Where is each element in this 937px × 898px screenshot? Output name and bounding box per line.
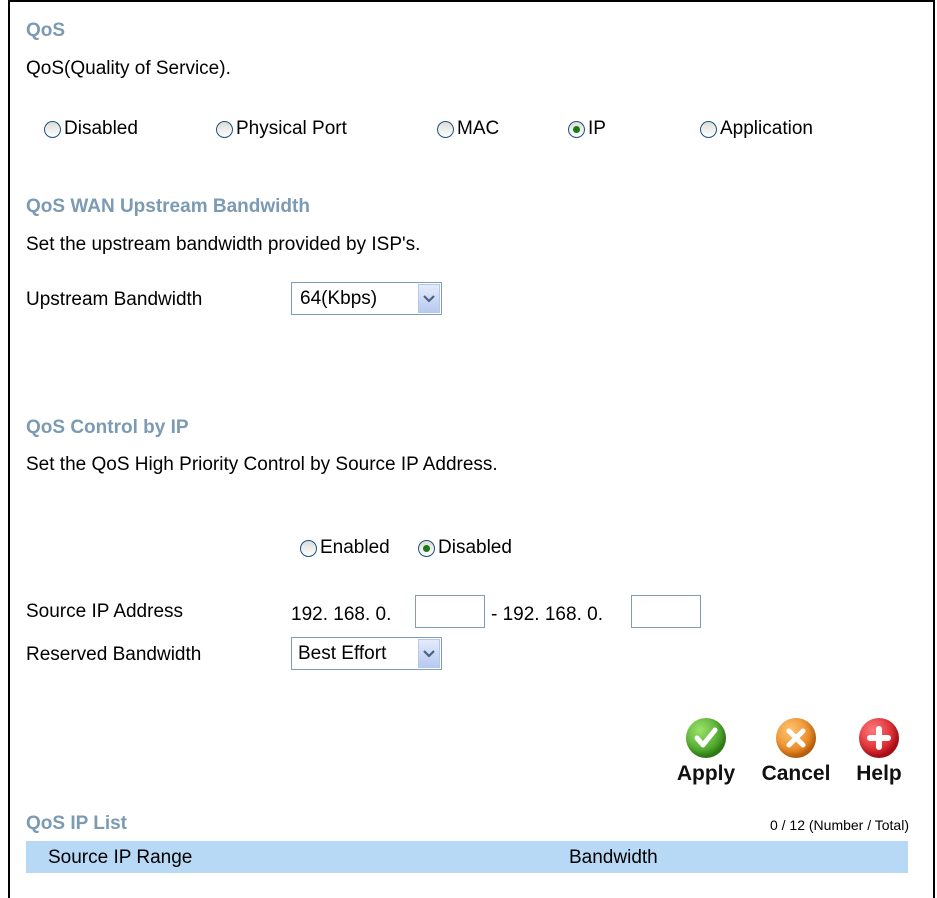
disabled-label: Disabled bbox=[438, 537, 512, 558]
ip-start-input[interactable] bbox=[415, 595, 485, 628]
help-button[interactable]: Help bbox=[850, 718, 908, 786]
upstream-description: Set the upstream bandwidth provided by I… bbox=[26, 234, 421, 255]
mode-radio-application[interactable]: Application bbox=[700, 118, 813, 140]
apply-button[interactable]: Apply bbox=[670, 718, 742, 786]
radio-circle-icon bbox=[700, 120, 717, 138]
reserved-bandwidth-label: Reserved Bandwidth bbox=[26, 644, 202, 665]
mode-radio-disabled[interactable]: Disabled bbox=[44, 118, 138, 140]
column-source-ip-range: Source IP Range bbox=[48, 847, 193, 868]
chevron-down-icon[interactable] bbox=[418, 284, 440, 313]
radio-circle-icon bbox=[300, 539, 317, 557]
ip-prefix-end: - 192. 168. 0. bbox=[491, 604, 603, 625]
checkmark-icon bbox=[686, 718, 726, 758]
help-label: Help bbox=[856, 762, 902, 785]
enabled-label: Enabled bbox=[320, 537, 390, 558]
qos-description: QoS(Quality of Service). bbox=[26, 58, 231, 79]
mode-label: IP bbox=[588, 118, 606, 139]
apply-label: Apply bbox=[676, 762, 736, 785]
close-icon bbox=[776, 718, 816, 758]
mode-radio-mac[interactable]: MAC bbox=[437, 118, 499, 140]
reserved-bandwidth-value: Best Effort bbox=[298, 642, 387, 664]
radio-circle-icon bbox=[44, 120, 61, 138]
mode-label: MAC bbox=[457, 118, 500, 139]
control-description: Set the QoS High Priority Control by Sou… bbox=[26, 454, 498, 475]
upstream-bandwidth-value: 64(Kbps) bbox=[300, 287, 378, 309]
column-bandwidth: Bandwidth bbox=[569, 847, 658, 868]
mode-radio-physical-port[interactable]: Physical Port bbox=[216, 118, 347, 140]
ip-list-header: Source IP Range Bandwidth bbox=[26, 841, 908, 873]
mode-label: Application bbox=[720, 118, 813, 139]
ip-list-title: QoS IP List bbox=[26, 813, 128, 834]
ip-list-count: 0 / 12 (Number / Total) bbox=[769, 817, 909, 833]
radio-circle-icon bbox=[216, 120, 233, 138]
radio-selected-icon bbox=[418, 539, 435, 557]
radio-circle-icon bbox=[437, 120, 454, 138]
qos-title: QoS bbox=[26, 20, 66, 41]
cancel-label: Cancel bbox=[761, 762, 831, 785]
upstream-bandwidth-label: Upstream Bandwidth bbox=[26, 289, 203, 310]
upstream-bandwidth-select[interactable]: 64(Kbps) bbox=[291, 282, 442, 315]
control-title: QoS Control by IP bbox=[26, 417, 189, 438]
plus-icon bbox=[859, 718, 899, 758]
ip-end-input[interactable] bbox=[631, 595, 701, 628]
control-disabled-radio[interactable]: Disabled bbox=[418, 537, 512, 559]
cancel-button[interactable]: Cancel bbox=[756, 718, 836, 786]
reserved-bandwidth-select[interactable]: Best Effort bbox=[291, 637, 442, 670]
mode-label: Disabled bbox=[64, 118, 138, 139]
mode-radio-ip[interactable]: IP bbox=[568, 118, 606, 140]
control-enabled-radio[interactable]: Enabled bbox=[300, 537, 390, 559]
chevron-down-icon[interactable] bbox=[418, 639, 440, 668]
source-ip-label: Source IP Address bbox=[26, 601, 184, 622]
radio-selected-icon bbox=[568, 120, 585, 138]
upstream-title: QoS WAN Upstream Bandwidth bbox=[26, 196, 310, 217]
ip-prefix-start: 192. 168. 0. bbox=[291, 604, 392, 625]
mode-label: Physical Port bbox=[236, 118, 347, 139]
